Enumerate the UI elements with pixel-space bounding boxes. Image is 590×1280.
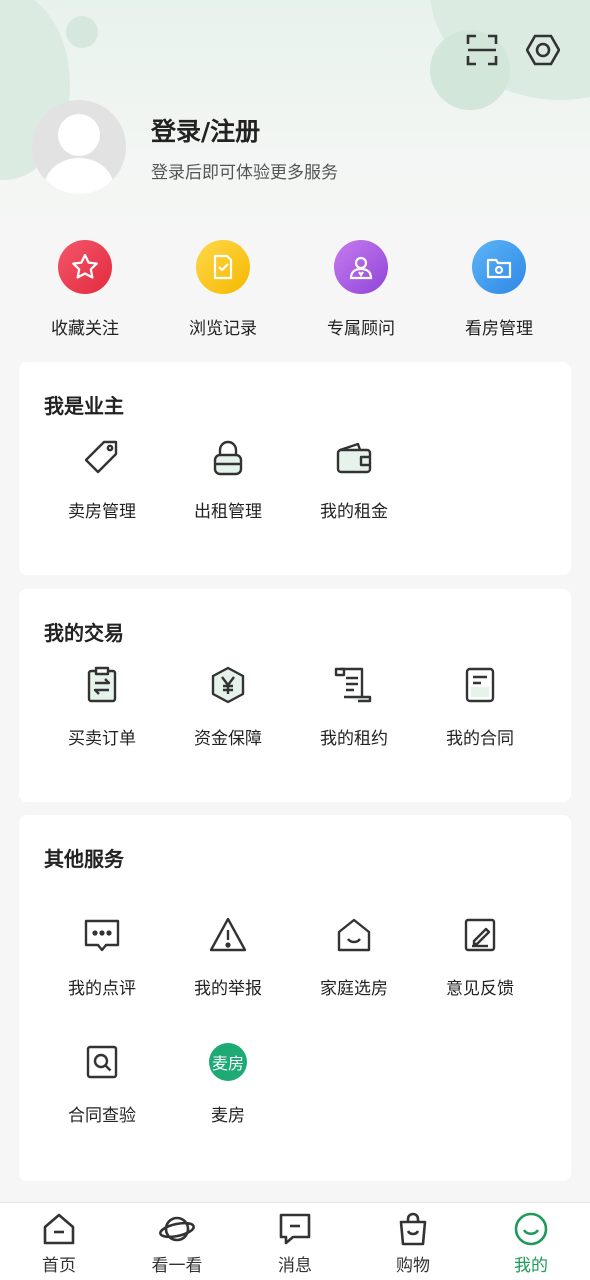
maifang-logo-wrap: 麦房 (208, 1042, 248, 1082)
quick-label: 专属顾问 (327, 319, 395, 339)
decor-bubble (66, 16, 98, 48)
comment-icon (82, 915, 122, 955)
quick-label: 看房管理 (465, 319, 533, 339)
tab-label: 购物 (396, 1256, 430, 1276)
tab-label: 我的 (514, 1256, 548, 1276)
tag-icon (82, 438, 122, 478)
my-lease[interactable]: 我的租约 (291, 665, 417, 749)
item-label: 我的合同 (446, 729, 514, 749)
scan-icon[interactable] (462, 30, 502, 70)
family-house-select[interactable]: 家庭选房 (291, 915, 417, 999)
tab-home[interactable]: 首页 (0, 1203, 118, 1280)
tab-shopping[interactable]: 购物 (354, 1203, 472, 1280)
lock-icon (208, 438, 248, 478)
advisor-icon (334, 240, 388, 294)
my-reports[interactable]: 我的举报 (165, 915, 291, 999)
bottom-tab-bar: 首页 看一看 消息 购物 我的 (0, 1202, 590, 1280)
message-icon (275, 1209, 315, 1249)
star-icon (58, 240, 112, 294)
edit-icon (460, 915, 500, 955)
tab-messages[interactable]: 消息 (236, 1203, 354, 1280)
quick-favorites[interactable]: 收藏关注 (25, 240, 145, 339)
quick-label: 浏览记录 (189, 319, 257, 339)
item-label: 我的租约 (320, 729, 388, 749)
tab-label: 首页 (42, 1256, 76, 1276)
item-label: 合同查验 (68, 1106, 136, 1126)
section-title: 我是业主 (44, 394, 124, 418)
avatar[interactable] (32, 100, 126, 194)
home-smile-icon (334, 915, 374, 955)
tab-label: 看一看 (151, 1256, 203, 1276)
wallet-icon (334, 438, 374, 478)
other-services-card: 其他服务 我的点评 我的举报 家庭选房 意见反馈 合同查验 麦房 麦房 (19, 815, 571, 1181)
section-title: 其他服务 (44, 847, 124, 871)
warning-icon (208, 915, 248, 955)
item-label: 我的租金 (320, 502, 388, 522)
login-register-link[interactable]: 登录/注册 (151, 112, 260, 148)
yuan-shield-icon (208, 665, 248, 705)
item-label: 意见反馈 (446, 979, 514, 999)
folder-gear-icon (472, 240, 526, 294)
document-icon (460, 665, 500, 705)
quick-viewing[interactable]: 看房管理 (439, 240, 559, 339)
contract-verify[interactable]: 合同查验 (39, 1042, 165, 1126)
feedback[interactable]: 意见反馈 (417, 915, 543, 999)
scroll-icon (334, 665, 374, 705)
item-label: 麦房 (211, 1106, 245, 1126)
sell-management[interactable]: 卖房管理 (39, 438, 165, 522)
item-label: 我的点评 (68, 979, 136, 999)
item-label: 买卖订单 (68, 729, 136, 749)
planet-icon (157, 1209, 197, 1249)
item-label: 出租管理 (194, 502, 262, 522)
trade-orders[interactable]: 买卖订单 (39, 665, 165, 749)
maifang-logo: 麦房 (209, 1043, 247, 1081)
exchange-clipboard-icon (82, 665, 122, 705)
home-icon (39, 1209, 79, 1249)
trade-section-card: 我的交易 买卖订单 资金保障 我的租约 我的合同 (19, 589, 571, 802)
history-check-icon (196, 240, 250, 294)
section-title: 我的交易 (44, 621, 124, 645)
login-subtitle: 登录后即可体验更多服务 (151, 163, 338, 183)
quick-history[interactable]: 浏览记录 (163, 240, 283, 339)
my-rent[interactable]: 我的租金 (291, 438, 417, 522)
profile-smile-icon (511, 1209, 551, 1249)
fund-guarantee[interactable]: 资金保障 (165, 665, 291, 749)
shopping-bag-icon (393, 1209, 433, 1249)
item-label: 卖房管理 (68, 502, 136, 522)
my-reviews[interactable]: 我的点评 (39, 915, 165, 999)
quick-label: 收藏关注 (51, 319, 119, 339)
quick-advisor[interactable]: 专属顾问 (301, 240, 421, 339)
item-label: 资金保障 (194, 729, 262, 749)
tab-label: 消息 (278, 1256, 312, 1276)
rent-management[interactable]: 出租管理 (165, 438, 291, 522)
tab-explore[interactable]: 看一看 (118, 1203, 236, 1280)
search-frame-icon (82, 1042, 122, 1082)
settings-icon[interactable] (523, 30, 563, 70)
tab-mine[interactable]: 我的 (472, 1203, 590, 1280)
owner-section-card: 我是业主 卖房管理 出租管理 我的租金 (19, 362, 571, 575)
maifang[interactable]: 麦房 麦房 (165, 1042, 291, 1126)
my-contract[interactable]: 我的合同 (417, 665, 543, 749)
item-label: 我的举报 (194, 979, 262, 999)
item-label: 家庭选房 (320, 979, 388, 999)
